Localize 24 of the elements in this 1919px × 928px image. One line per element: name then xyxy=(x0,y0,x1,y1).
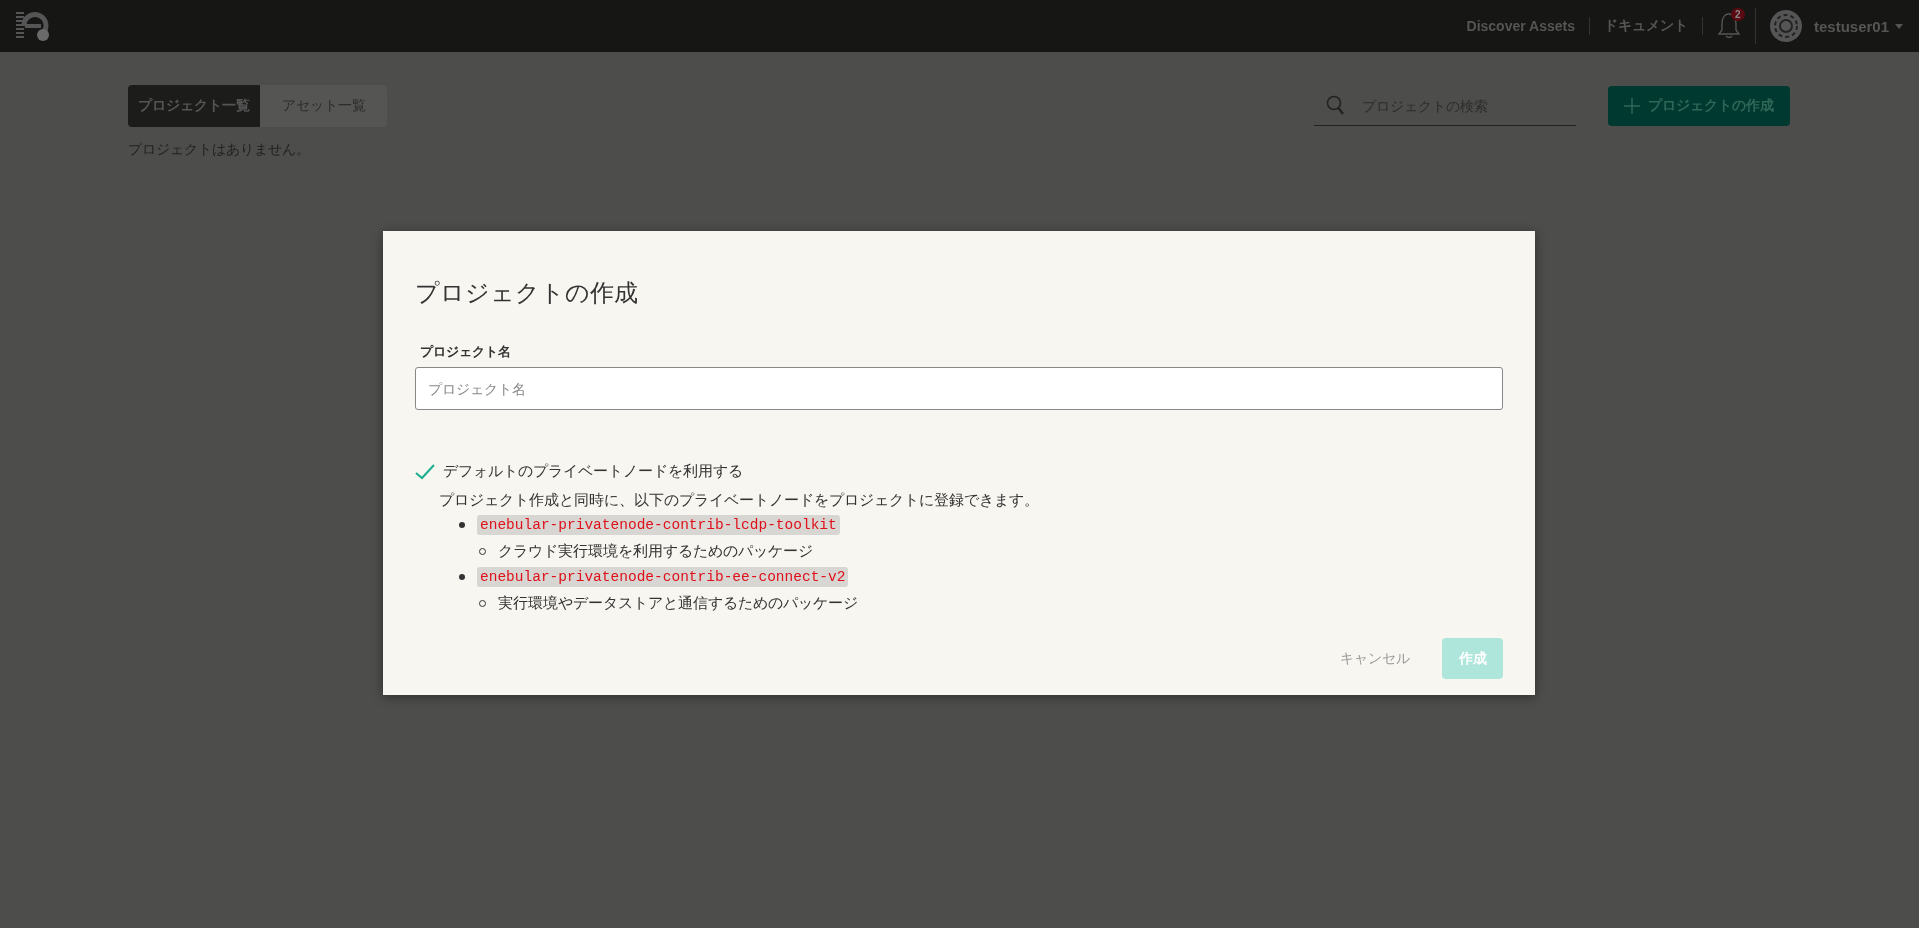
search-icon xyxy=(1326,94,1346,117)
package-name: enebular-privatenode-contrib-ee-connect-v2 xyxy=(477,567,849,587)
logo-icon[interactable] xyxy=(16,10,50,42)
description-text: プロジェクト作成と同時に、以下のプライベートノードをプロジェクトに登録できます。 xyxy=(439,491,1040,510)
bullet-icon xyxy=(459,522,465,528)
dialog-title: プロジェクトの作成 xyxy=(415,278,639,308)
checkmark-icon[interactable] xyxy=(415,463,435,480)
field-label: プロジェクト名 xyxy=(420,343,512,361)
nav-link[interactable]: Discover Assets xyxy=(1466,18,1575,34)
package-description: 実行環境やデータストアと通信するためのパッケージ xyxy=(498,593,858,613)
user-menu[interactable]: testuser01 xyxy=(1813,17,1889,35)
nav-link[interactable]: ドキュメント xyxy=(1603,17,1688,35)
package-description: クラウド実行環境を利用するためのパッケージ xyxy=(498,541,813,561)
tab[interactable]: プロジェクト一覧 xyxy=(128,85,260,127)
bullet-icon xyxy=(459,574,465,580)
notification-badge: 2 xyxy=(1730,8,1745,21)
plus-icon xyxy=(1624,98,1640,114)
cancel-button[interactable]: キャンセル xyxy=(1334,648,1416,669)
bell-icon[interactable] xyxy=(1716,12,1741,40)
avatar-icon[interactable] xyxy=(1769,10,1802,42)
project-name-input[interactable]: プロジェクト名 xyxy=(415,367,1503,410)
checkbox-label[interactable]: デフォルトのプライベートノードを利用する xyxy=(443,462,743,481)
caret-icon[interactable] xyxy=(1895,23,1903,29)
package-name: enebular-privatenode-contrib-lcdp-toolkit xyxy=(477,515,840,535)
